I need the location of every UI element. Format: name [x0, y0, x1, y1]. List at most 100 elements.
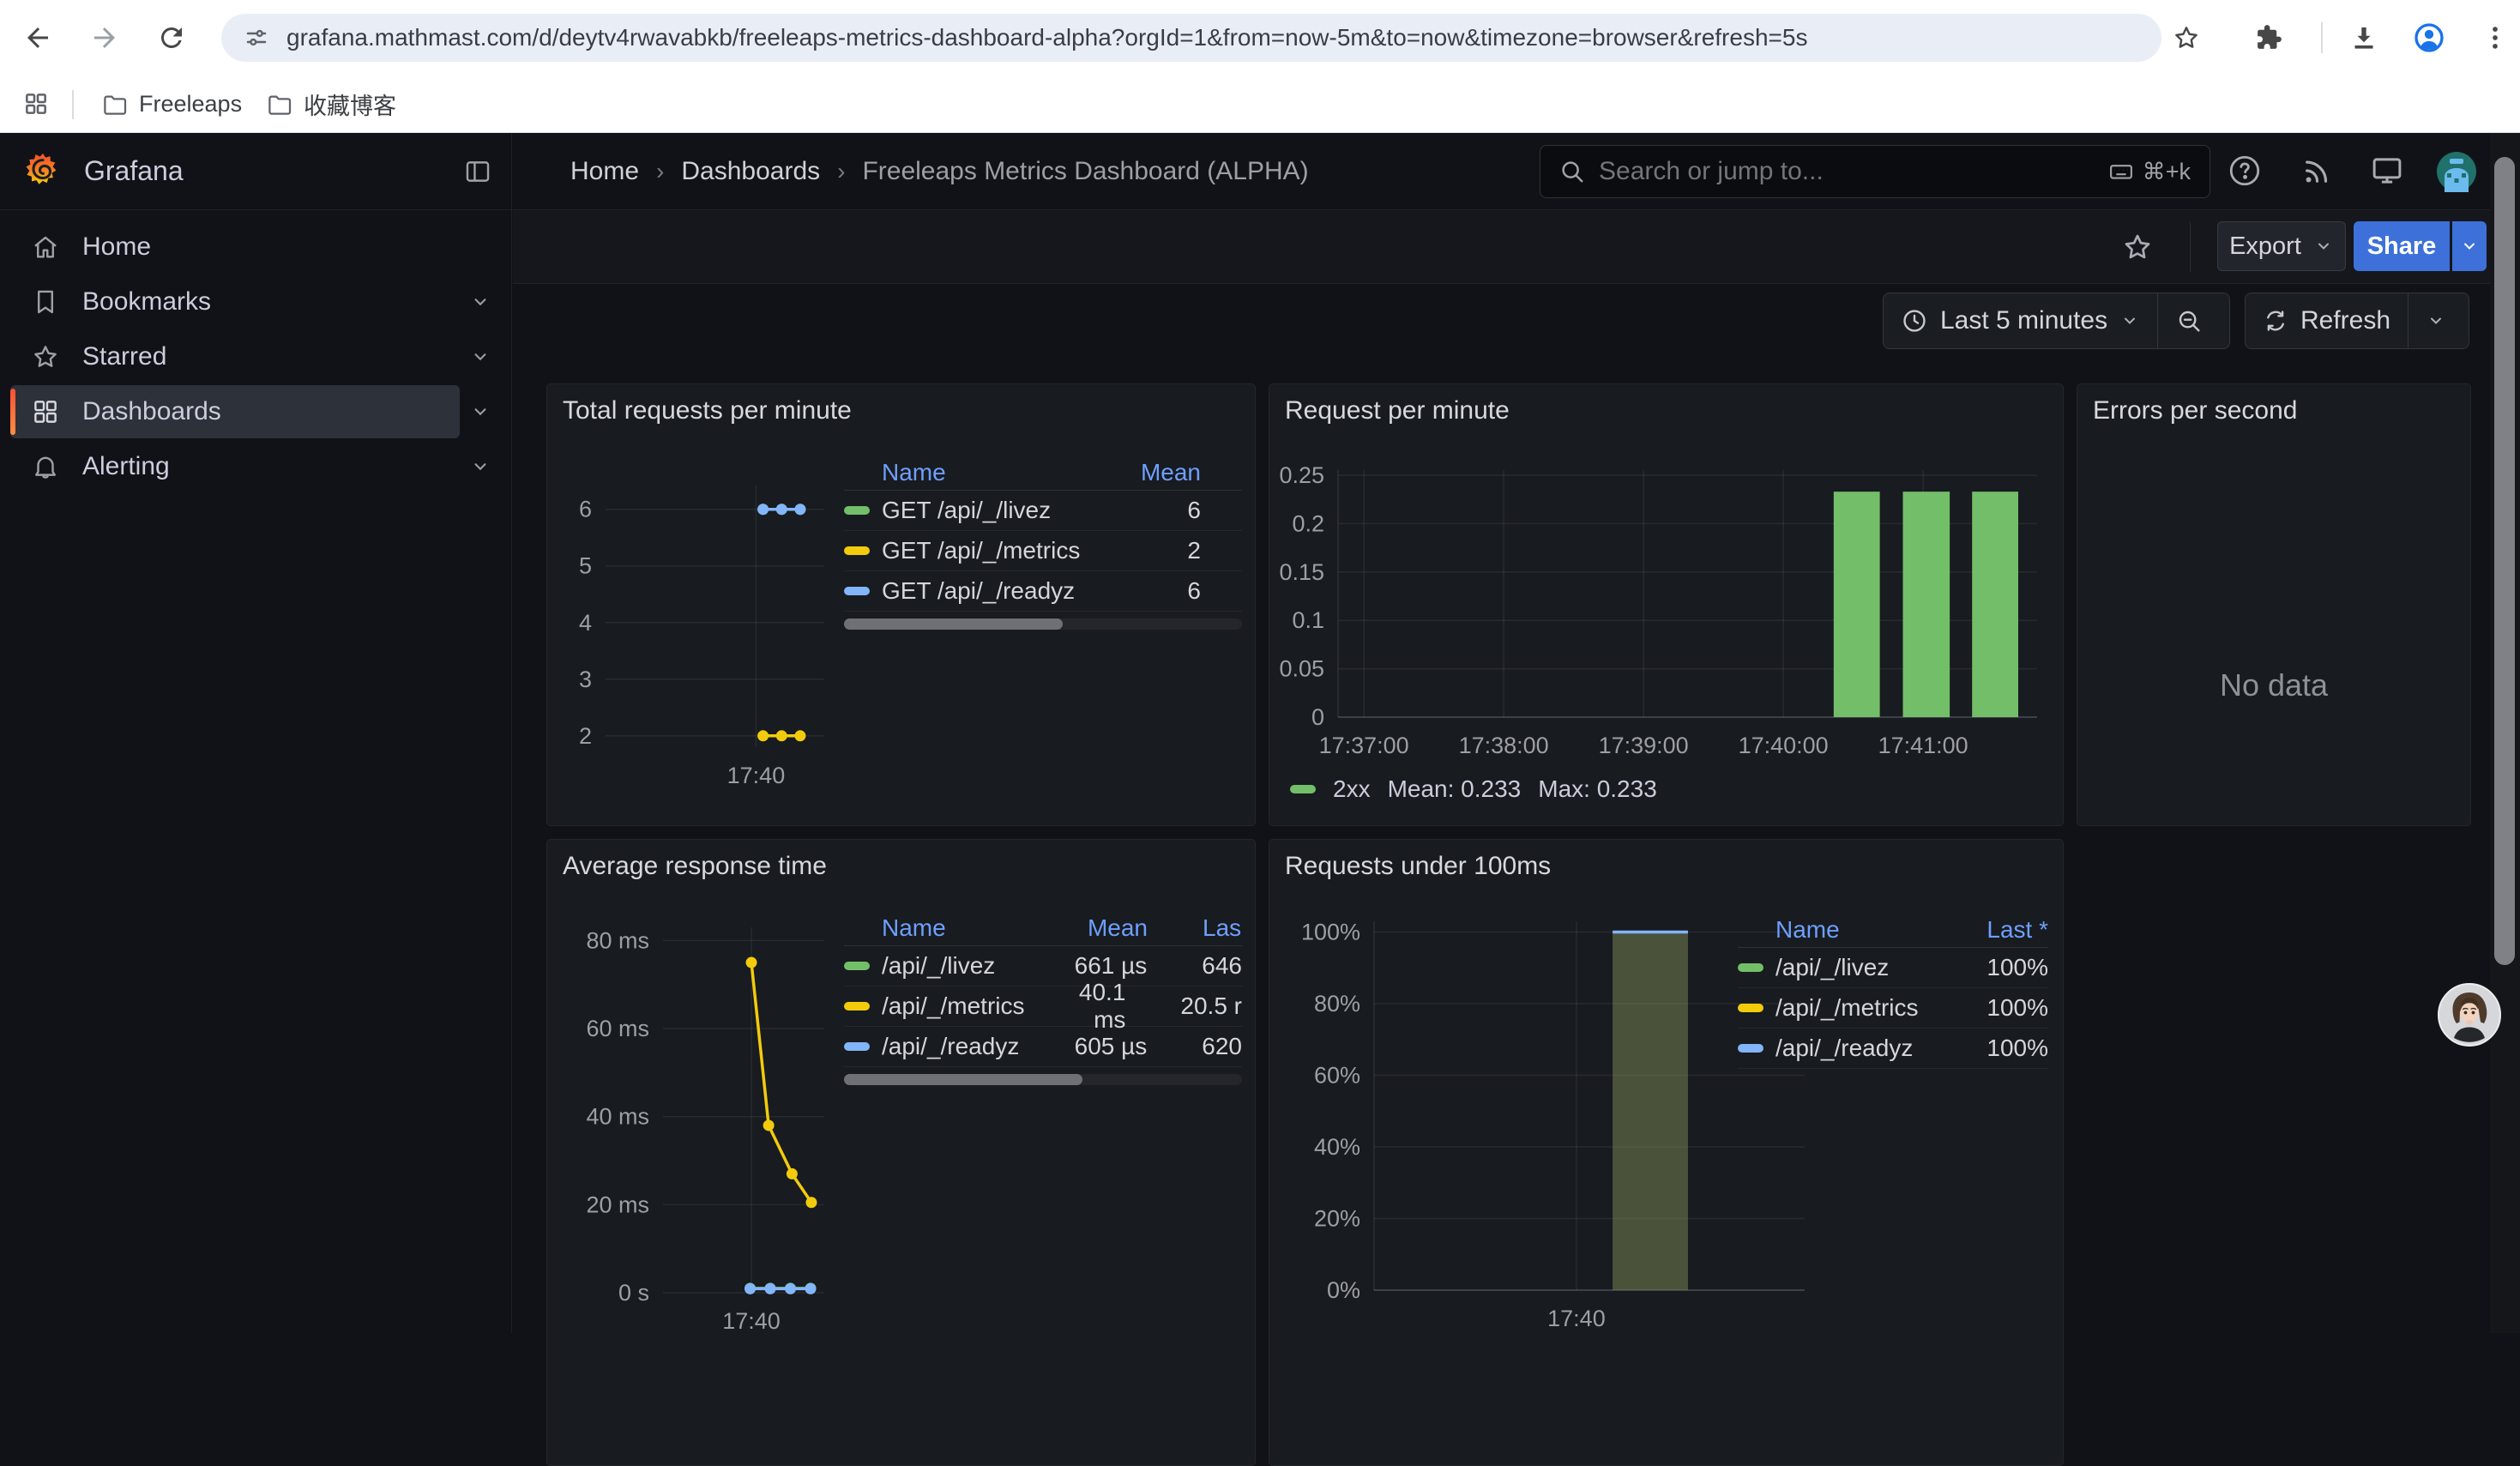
legend-row[interactable]: /api/_/metrics100%: [1738, 988, 2048, 1029]
column-header-last[interactable]: Last *: [1953, 916, 2048, 944]
bookmarks-bar: Freeleaps 收藏博客: [0, 75, 2520, 133]
legend-row[interactable]: /api/_/readyz100%: [1738, 1029, 2048, 1069]
sidebar-item-starred[interactable]: Starred: [10, 330, 460, 383]
expand-chevron[interactable]: [460, 330, 501, 383]
rss-news-icon[interactable]: [2299, 153, 2335, 189]
refresh-button[interactable]: Refresh: [2246, 293, 2408, 348]
assistant-avatar[interactable]: [2438, 983, 2501, 1047]
legend-row[interactable]: GET /api/_/metrics2: [844, 531, 1242, 571]
dashboard-actions-bar: Export Share: [513, 210, 2520, 284]
legend-row[interactable]: /api/_/metrics40.1 ms20.5 r: [844, 986, 1242, 1027]
expand-chevron[interactable]: [460, 385, 501, 438]
average-response-time-chart[interactable]: 0 s20 ms40 ms60 ms80 ms17:40: [563, 908, 837, 1337]
dock-menu-icon[interactable]: [463, 157, 492, 186]
apps-icon: [31, 397, 60, 426]
scrollbar-thumb[interactable]: [2494, 157, 2515, 965]
legend-table: NameMeanGET /api/_/livez6GET /api/_/metr…: [844, 455, 1242, 630]
bookmarks-divider: [72, 90, 74, 119]
expand-chevron[interactable]: [460, 275, 501, 329]
sidebar-item-bookmarks[interactable]: Bookmarks: [10, 275, 460, 329]
star-icon: [31, 342, 60, 371]
monitor-icon[interactable]: [2369, 153, 2405, 189]
column-header-mean[interactable]: Mean: [1058, 914, 1148, 942]
profile-icon[interactable]: [2412, 21, 2446, 55]
request-per-minute-chart[interactable]: 00.050.10.150.20.2517:37:0017:38:0017:39…: [1278, 457, 2054, 800]
legend-row[interactable]: GET /api/_/livez6: [844, 491, 1242, 531]
panel-title[interactable]: Average response time: [563, 852, 827, 881]
sidebar-item-dashboards[interactable]: Dashboards: [10, 385, 460, 438]
extensions-icon[interactable]: [2254, 23, 2283, 52]
refresh-interval-dropdown[interactable]: [2408, 293, 2463, 348]
back-icon[interactable]: [22, 22, 53, 53]
series-name: GET /api/_/metrics: [882, 537, 1086, 564]
bookmark-folder-blogs[interactable]: 收藏博客: [266, 75, 396, 133]
address-bar[interactable]: grafana.mathmast.com/d/deytv4rwavabkb/fr…: [221, 14, 2161, 62]
legend-row[interactable]: /api/_/livez100%: [1738, 948, 2048, 988]
share-dropdown-button[interactable]: [2452, 221, 2487, 271]
sidebar-item-home[interactable]: Home: [10, 220, 501, 274]
search-input[interactable]: [1599, 157, 2095, 186]
total-requests-chart[interactable]: 2345617:40: [554, 464, 837, 790]
breadcrumb-item[interactable]: Home: [570, 157, 639, 186]
breadcrumb-item[interactable]: Dashboards: [681, 157, 820, 186]
chevron-down-icon: [2119, 311, 2140, 331]
apps-grid-icon[interactable]: [22, 90, 50, 118]
sidebar-item-alerting[interactable]: Alerting: [10, 440, 460, 493]
svg-text:17:38:00: 17:38:00: [1459, 733, 1549, 758]
legend-row[interactable]: /api/_/readyz605 µs620: [844, 1027, 1242, 1067]
column-header-name[interactable]: Name: [882, 459, 1086, 486]
share-button[interactable]: Share: [2354, 221, 2450, 271]
time-range-picker[interactable]: Last 5 minutes: [1884, 293, 2157, 348]
svg-text:0 s: 0 s: [618, 1280, 649, 1306]
sidebar-item-label: Alerting: [82, 452, 170, 481]
column-header-name[interactable]: Name: [882, 914, 1058, 942]
export-button[interactable]: Export: [2217, 221, 2346, 271]
folder-icon: [101, 92, 127, 118]
brand-name[interactable]: Grafana: [84, 155, 184, 187]
grafana-logo[interactable]: [24, 150, 62, 191]
zoom-out-button[interactable]: [2158, 293, 2220, 348]
svg-text:17:40:00: 17:40:00: [1739, 733, 1829, 758]
legend-h-scrollbar[interactable]: [844, 1074, 1242, 1085]
panel-title[interactable]: Requests under 100ms: [1285, 852, 1551, 881]
download-icon[interactable]: [2348, 22, 2379, 53]
browser-menu-icon[interactable]: [2481, 23, 2510, 52]
panel-title[interactable]: Request per minute: [1285, 396, 1510, 425]
panel-average-response-time: Average response time 0 s20 ms40 ms60 ms…: [546, 839, 1256, 1466]
column-header-mean[interactable]: Mean: [1086, 459, 1201, 486]
panel-title[interactable]: Errors per second: [2093, 396, 2297, 425]
series-name: /api/_/metrics: [1775, 994, 1953, 1022]
clock-icon: [1901, 307, 1928, 335]
panel-title[interactable]: Total requests per minute: [563, 396, 852, 425]
column-header-name[interactable]: Name: [1775, 916, 1953, 944]
legend-row[interactable]: GET /api/_/readyz6: [844, 571, 1242, 612]
help-icon[interactable]: [2227, 153, 2263, 189]
expand-chevron[interactable]: [460, 440, 501, 493]
bookmark-star-icon[interactable]: [2172, 23, 2201, 52]
column-header-last[interactable]: Las: [1203, 914, 1241, 942]
svg-text:0.2: 0.2: [1292, 510, 1324, 536]
svg-text:17:40: 17:40: [727, 763, 786, 788]
series-max: Max: 0.233: [1538, 775, 1657, 803]
chevron-down-icon: [2426, 311, 2446, 331]
svg-text:17:40: 17:40: [1547, 1306, 1606, 1331]
svg-text:40%: 40%: [1314, 1134, 1360, 1160]
panel-total-requests-per-minute: Total requests per minute 2345617:40 Nam…: [546, 383, 1256, 826]
search-shortcut: ⌘+k: [2108, 159, 2191, 185]
tune-icon[interactable]: [244, 25, 269, 51]
svg-text:60 ms: 60 ms: [586, 1016, 649, 1041]
url-text: grafana.mathmast.com/d/deytv4rwavabkb/fr…: [286, 24, 1807, 51]
series-name: /api/_/livez: [882, 952, 1058, 980]
bookmark-folder-freeleaps[interactable]: Freeleaps: [101, 75, 242, 133]
sidebar-nav: HomeBookmarksStarredDashboards Alerting: [0, 210, 512, 1333]
legend-h-scrollbar[interactable]: [844, 618, 1242, 630]
reload-icon[interactable]: [156, 22, 187, 53]
series-mean: 2: [1086, 537, 1201, 564]
user-avatar[interactable]: [2436, 151, 2477, 192]
legend-item-2xx[interactable]: 2xx Mean: 0.233 Max: 0.233: [1290, 775, 1657, 803]
grafana-app: Grafana Home›Dashboards›Freeleaps Metric…: [0, 133, 2520, 1333]
series-mean: 6: [1086, 577, 1201, 605]
search-box[interactable]: ⌘+k: [1540, 145, 2210, 198]
forward-icon[interactable]: [89, 22, 120, 53]
favorite-star-icon[interactable]: [2121, 231, 2154, 263]
